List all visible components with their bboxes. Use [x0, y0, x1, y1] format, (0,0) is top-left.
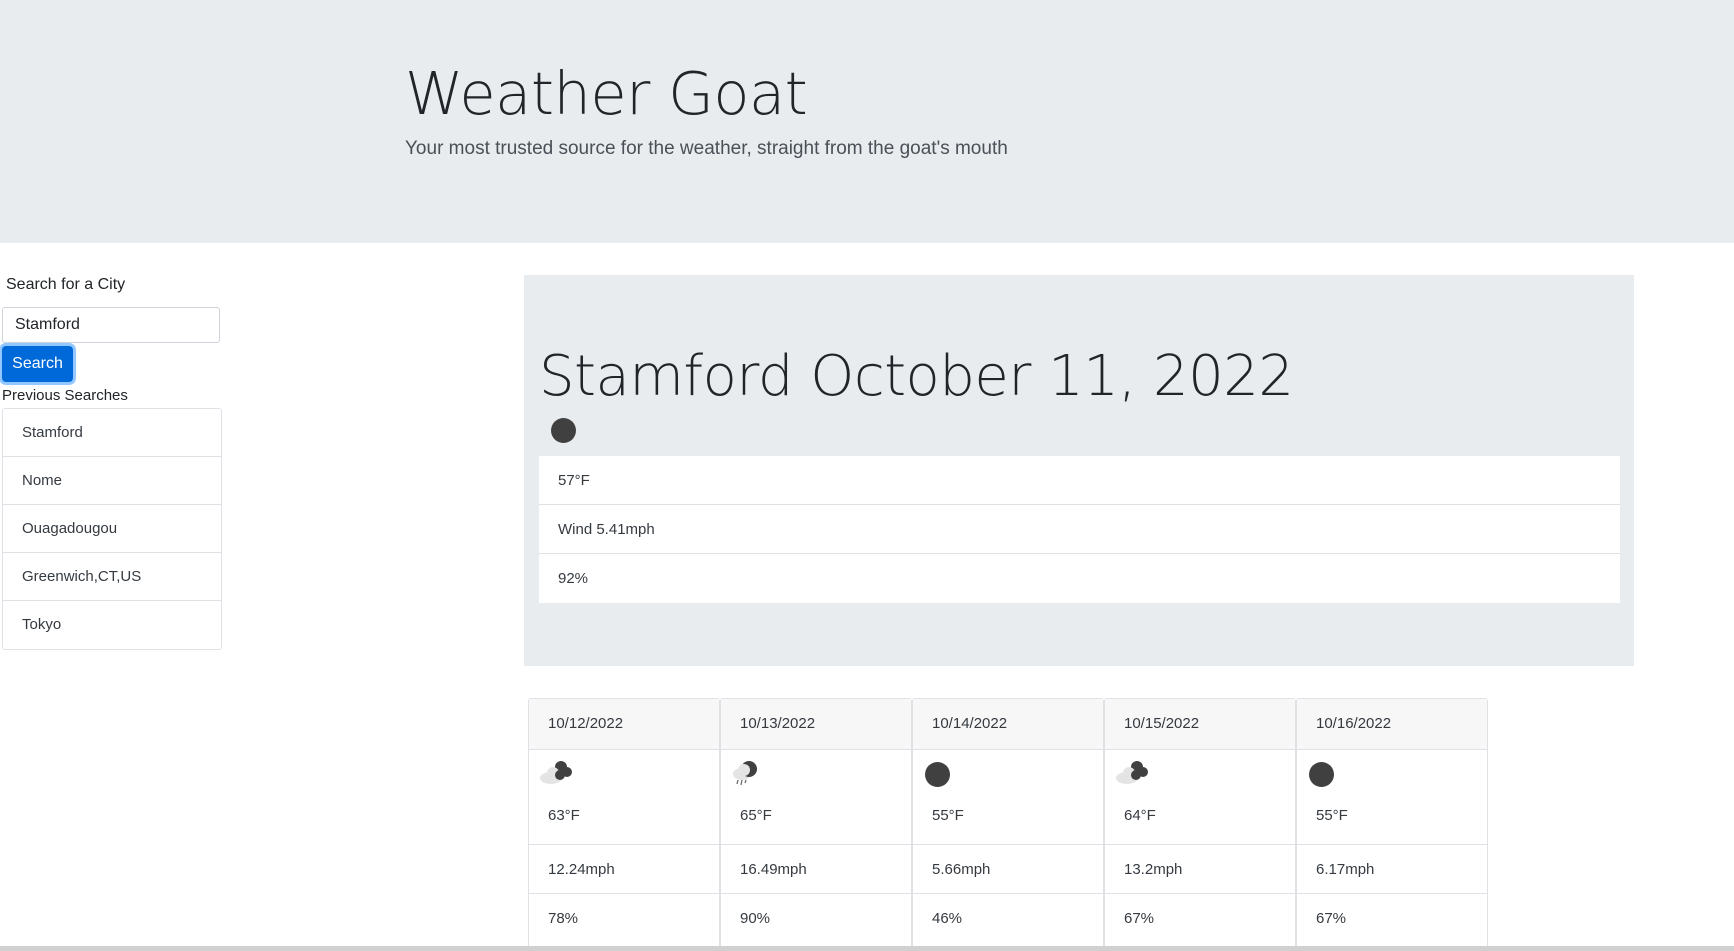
forecast-temperature: 55°F [1297, 798, 1487, 845]
forecast-humidity: 67% [1124, 910, 1155, 927]
forecast-temperature: 55°F [913, 798, 1103, 845]
forecast-date: 10/14/2022 [913, 699, 1103, 750]
previous-searches-label: Previous Searches [2, 387, 128, 404]
current-city-date-heading: Stamford October 11, 2022 [539, 344, 1294, 409]
clear-night-icon [925, 762, 950, 787]
forecast-humidity: 67% [1316, 910, 1347, 927]
clear-night-icon [1309, 762, 1334, 787]
previous-search-item[interactable]: Ouagadougou [3, 505, 221, 553]
clear-night-icon [551, 418, 576, 443]
forecast-wind: 16.49mph [721, 845, 911, 894]
forecast-wind: 5.66mph [913, 845, 1103, 894]
previous-search-item[interactable]: Tokyo [3, 601, 221, 649]
forecast-wind: 13.2mph [1105, 845, 1295, 894]
current-weather-list: 57°F Wind 5.41mph 92% [539, 456, 1620, 603]
previous-search-item[interactable]: Nome [3, 457, 221, 505]
forecast-date: 10/12/2022 [529, 699, 719, 750]
city-search-input[interactable] [2, 307, 220, 343]
horizontal-scrollbar[interactable] [0, 946, 1734, 951]
forecast-temperature: 64°F [1105, 798, 1295, 845]
forecast-wind: 6.17mph [1297, 845, 1487, 894]
current-wind: Wind 5.41mph [539, 505, 1620, 554]
forecast-card: 10/16/2022 55°F 6.17mph 67% [1296, 698, 1488, 948]
forecast-card: 10/15/2022 64°F 13.2mph 67% [1104, 698, 1296, 948]
forecast-date: 10/13/2022 [721, 699, 911, 750]
forecast-humidity: 46% [932, 910, 963, 927]
current-humidity: 92% [558, 570, 589, 587]
forecast-card: 10/12/2022 63°F 12.24mph 78% [528, 698, 720, 948]
rain-night-icon [733, 761, 757, 786]
search-label: Search for a City [6, 276, 126, 293]
previous-search-item[interactable]: Greenwich,CT,US [3, 553, 221, 601]
forecast-card: 10/14/2022 55°F 5.66mph 46% [912, 698, 1104, 948]
forecast-humidity: 90% [740, 910, 771, 927]
current-temperature: 57°F [539, 456, 1620, 505]
site-title: Weather Goat [405, 59, 808, 128]
cloudy-night-icon [1116, 761, 1148, 784]
header-jumbotron: Weather Goat Your most trusted source fo… [0, 0, 1734, 243]
five-day-forecast: 10/12/2022 63°F 12.24mph 78% 10/13/2022 [528, 698, 1488, 948]
forecast-date: 10/16/2022 [1297, 699, 1487, 750]
search-button[interactable]: Search [2, 346, 73, 382]
forecast-wind: 12.24mph [529, 845, 719, 894]
forecast-temperature: 65°F [721, 798, 911, 845]
forecast-humidity: 78% [548, 910, 579, 927]
cloudy-night-icon [540, 761, 572, 784]
previous-search-item[interactable]: Stamford [3, 409, 221, 457]
forecast-temperature: 63°F [529, 798, 719, 845]
previous-searches-list: Stamford Nome Ouagadougou Greenwich,CT,U… [2, 408, 222, 650]
site-subtitle: Your most trusted source for the weather… [405, 138, 1008, 159]
current-weather-card: Stamford October 11, 2022 57°F Wind 5.41… [524, 275, 1634, 666]
forecast-card: 10/13/2022 65°F 16.49mph 90% [720, 698, 912, 948]
forecast-date: 10/15/2022 [1105, 699, 1295, 750]
